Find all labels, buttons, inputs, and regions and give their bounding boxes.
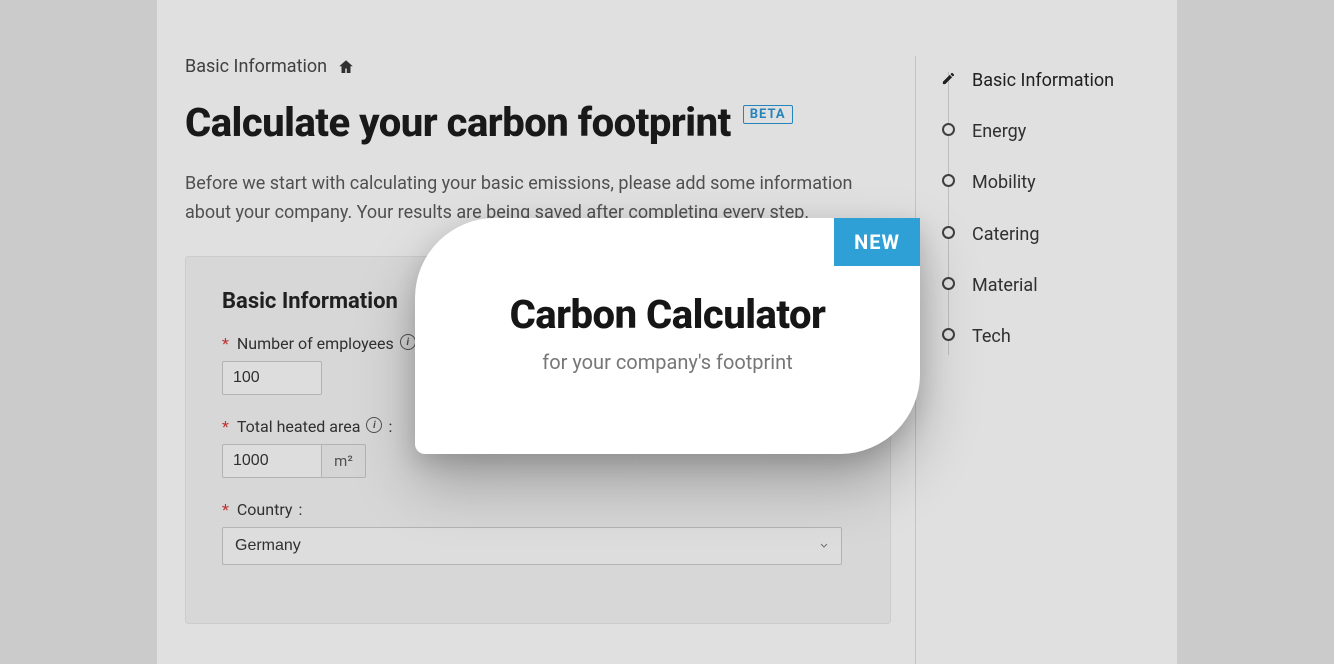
title-row: Calculate your carbon footprint BETA <box>185 99 891 146</box>
step-tech[interactable]: Tech <box>941 316 1121 367</box>
step-label: Basic Information <box>972 68 1114 93</box>
country-select[interactable]: Germany <box>222 527 842 565</box>
step-list: Basic Information Energy Mobility Cateri… <box>941 60 1121 367</box>
label-country: * Country : <box>222 500 854 519</box>
required-marker: * <box>222 500 229 519</box>
info-icon[interactable] <box>400 334 416 350</box>
label-heated-area-text: Total heated area <box>237 417 361 436</box>
step-marker <box>941 173 956 188</box>
steps-column: Basic Information Energy Mobility Cateri… <box>941 56 1121 664</box>
step-catering[interactable]: Catering <box>941 214 1121 265</box>
page-title: Calculate your carbon footprint <box>185 99 731 146</box>
employees-input[interactable] <box>222 361 322 395</box>
step-material[interactable]: Material <box>941 265 1121 316</box>
step-energy[interactable]: Energy <box>941 111 1121 162</box>
step-label: Catering <box>972 222 1039 247</box>
overlay-title: Carbon Calculator <box>510 291 826 338</box>
step-label: Energy <box>972 119 1026 144</box>
step-marker <box>941 122 956 137</box>
step-basic-information[interactable]: Basic Information <box>941 60 1121 111</box>
step-label: Material <box>972 273 1038 298</box>
label-colon: : <box>298 500 302 519</box>
step-mobility[interactable]: Mobility <box>941 162 1121 213</box>
step-marker <box>941 225 956 240</box>
field-country: * Country : Germany <box>222 500 854 565</box>
label-colon: : <box>388 417 392 436</box>
step-marker <box>941 276 956 291</box>
label-employees-text: Number of employees <box>237 334 394 353</box>
required-marker: * <box>222 417 229 436</box>
beta-badge: BETA <box>743 105 793 124</box>
overlay-subtitle: for your company's footprint <box>542 350 793 374</box>
home-icon <box>337 58 355 76</box>
page-root: Basic Information Calculate your carbon … <box>0 0 1334 664</box>
step-marker <box>941 327 956 342</box>
label-country-text: Country <box>237 500 293 519</box>
required-marker: * <box>222 334 229 353</box>
unit-suffix: m² <box>322 444 366 478</box>
step-label: Mobility <box>972 170 1036 195</box>
heated-area-input[interactable] <box>222 444 322 478</box>
overlay-card: NEW Carbon Calculator for your company's… <box>415 218 920 454</box>
step-label: Tech <box>972 324 1011 349</box>
country-select-wrap: Germany <box>222 527 842 565</box>
new-badge: NEW <box>834 218 920 266</box>
breadcrumb[interactable]: Basic Information <box>185 56 891 77</box>
info-icon[interactable] <box>366 417 382 433</box>
breadcrumb-label: Basic Information <box>185 56 327 77</box>
step-marker-current <box>941 71 956 86</box>
